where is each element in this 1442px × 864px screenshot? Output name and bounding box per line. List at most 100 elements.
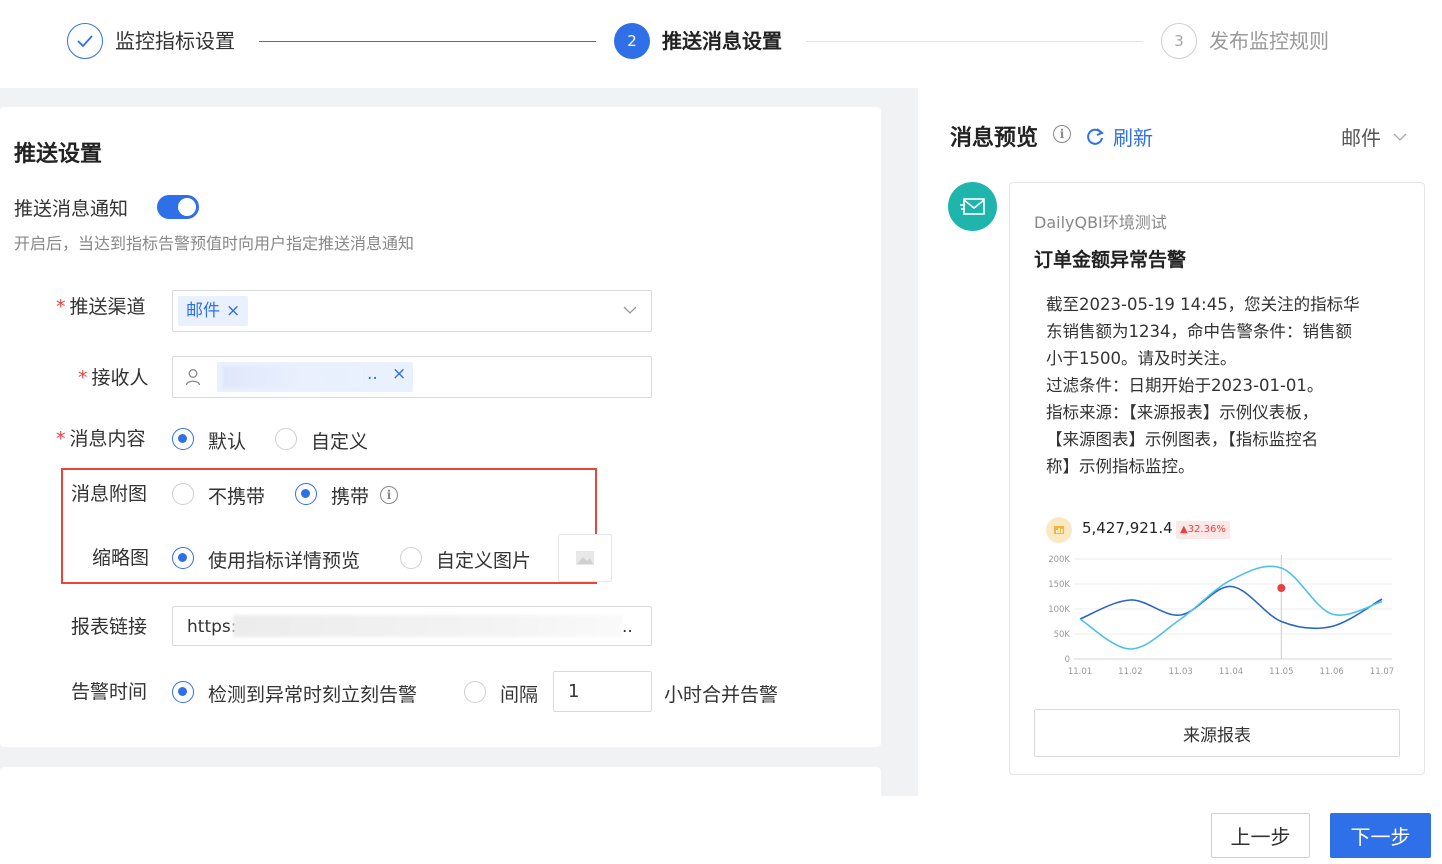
message-body: 截至2023-05-19 14:45，您关注的指标华 东销售额为1234，命中告… <box>1046 291 1386 480</box>
attach-include-label[interactable]: 携带 <box>331 482 369 509</box>
preview-channel-select[interactable]: 邮件 <box>1341 122 1407 151</box>
source-report-button[interactable]: 来源报表 <box>1034 709 1400 757</box>
kpi-chart-icon <box>1046 517 1072 543</box>
message-preview-card: DailyQBI环境测试 订单金额异常告警 截至2023-05-19 14:45… <box>1009 182 1425 775</box>
content-custom-label[interactable]: 自定义 <box>311 427 368 454</box>
body-line: 称】示例指标监控。 <box>1046 457 1195 476</box>
preview-title: 消息预览 <box>950 126 1039 151</box>
alert-time-label: 告警时间 <box>71 681 148 703</box>
section-title: 推送设置 <box>14 142 103 167</box>
step-3-number: 3 <box>1161 23 1197 59</box>
content-default-label[interactable]: 默认 <box>208 427 246 454</box>
thumb-custom-label[interactable]: 自定义图片 <box>436 546 531 573</box>
body-line: 【来源图表】示例图表，【指标监控名 <box>1046 430 1319 449</box>
alert-immediate-radio[interactable] <box>172 681 194 703</box>
refresh-label: 刷新 <box>1113 126 1153 150</box>
thumb-preview-label[interactable]: 使用指标详情预览 <box>208 546 360 573</box>
attach-include-radio[interactable] <box>295 483 317 505</box>
step-1-label: 监控指标设置 <box>115 29 235 53</box>
alert-interval-radio[interactable] <box>464 681 486 703</box>
thumbnail-upload[interactable] <box>558 534 612 582</box>
y-tick-label: 150K <box>1048 580 1070 590</box>
recipient-tag: .. × <box>217 362 413 392</box>
body-line: 过滤条件：日期开始于2023-01-01。 <box>1046 376 1324 395</box>
channel-select[interactable]: 邮件 × <box>172 290 652 332</box>
y-tick-label: 200K <box>1048 555 1070 565</box>
channel-tag-label: 邮件 <box>186 301 220 321</box>
alert-interval-label[interactable]: 间隔 <box>500 680 538 707</box>
notify-label: 推送消息通知 <box>14 198 129 220</box>
x-tick-label: 11.06 <box>1319 667 1343 677</box>
x-tick-label: 11.04 <box>1219 667 1243 677</box>
info-icon[interactable]: i <box>380 486 398 504</box>
step-1-check-icon <box>67 23 103 59</box>
link-ellipsis: .. <box>622 617 633 637</box>
next-card <box>0 767 881 807</box>
message-title: 订单金额异常告警 <box>1034 249 1187 271</box>
mail-avatar <box>948 182 997 231</box>
next-step-button[interactable]: 下一步 <box>1330 813 1431 858</box>
preview-channel-label: 邮件 <box>1341 126 1381 150</box>
x-tick-label: 11.03 <box>1168 667 1192 677</box>
interval-input[interactable]: 1 <box>553 671 652 712</box>
close-icon[interactable]: × <box>226 296 240 326</box>
content-custom-radio[interactable] <box>275 428 297 450</box>
interval-suffix: 小时合并告警 <box>664 684 779 706</box>
trend-line-chart: 200K 150K 100K 50K 0 11.01 11.02 11.03 11.04 11.0… <box>1048 555 1394 677</box>
chevron-down-icon[interactable] <box>623 303 637 317</box>
step-connector <box>259 41 596 42</box>
notify-toggle[interactable] <box>157 195 199 219</box>
notify-hint: 开启后，当达到指标告警预值时向用户指定推送消息通知 <box>14 234 415 253</box>
thumb-label: 缩略图 <box>92 547 150 569</box>
step-2-label: 推送消息设置 <box>662 29 782 53</box>
step-2-number: 2 <box>614 23 650 59</box>
attach-label: 消息附图 <box>71 483 148 505</box>
recipient-name-redacted <box>223 366 363 388</box>
x-tick-label: 11.05 <box>1269 667 1293 677</box>
steps-bar: 监控指标设置 2 推送消息设置 3 发布监控规则 <box>0 0 1442 88</box>
highlight-point <box>1277 584 1286 592</box>
x-tick-label: 11.01 <box>1068 667 1092 677</box>
close-icon[interactable]: × <box>392 364 406 384</box>
report-link-input[interactable]: https: .. <box>172 606 652 646</box>
link-label: 报表链接 <box>71 616 148 638</box>
attach-none-radio[interactable] <box>172 483 194 505</box>
x-tick-label: 11.02 <box>1118 667 1142 677</box>
channel-tag: 邮件 × <box>178 296 249 326</box>
body-line: 截至2023-05-19 14:45，您关注的指标华 <box>1046 295 1360 314</box>
kpi-value: 5,427,921.4 <box>1082 519 1173 537</box>
recipient-ellipsis: .. <box>367 364 378 384</box>
attach-none-label[interactable]: 不携带 <box>208 482 265 509</box>
body-line: 指标来源：【来源报表】示例仪表板， <box>1046 403 1319 422</box>
kpi-change-badge: ▲32.36% <box>1176 521 1230 539</box>
series-line-1 <box>1079 585 1383 630</box>
prev-step-button[interactable]: 上一步 <box>1211 813 1310 858</box>
body-line: 东销售额为1234，命中告警条件：销售额 <box>1046 322 1352 341</box>
thumb-custom-radio[interactable] <box>400 547 422 569</box>
step-3-label: 发布监控规则 <box>1209 29 1329 53</box>
refresh-icon <box>1087 127 1104 145</box>
mail-icon <box>959 197 985 215</box>
alert-immediate-label[interactable]: 检测到异常时刻立刻告警 <box>208 680 417 707</box>
y-tick-label: 100K <box>1048 605 1070 615</box>
x-tick-label: 11.07 <box>1370 667 1394 677</box>
link-prefix: https: <box>187 617 237 637</box>
recipient-input[interactable]: .. × <box>172 356 652 398</box>
y-tick-label: 50K <box>1054 630 1071 640</box>
image-icon <box>576 551 594 565</box>
y-tick-label: 0 <box>1065 655 1070 665</box>
source-name: DailyQBI环境测试 <box>1034 213 1167 232</box>
info-icon[interactable]: i <box>1053 125 1071 143</box>
chevron-down-icon <box>1393 133 1407 141</box>
link-redacted <box>233 615 623 637</box>
channel-label: * 推送渠道 <box>56 296 146 318</box>
body-line: 小于1500。请及时关注。 <box>1046 349 1237 368</box>
step-connector <box>806 41 1143 42</box>
content-label: * 消息内容 <box>56 428 146 450</box>
refresh-button[interactable]: 刷新 <box>1085 122 1153 151</box>
recipient-label: * 接收人 <box>78 367 149 389</box>
user-icon <box>185 369 201 386</box>
series-line-2 <box>1079 565 1383 650</box>
thumb-preview-radio[interactable] <box>172 547 194 569</box>
content-default-radio[interactable] <box>172 428 194 450</box>
